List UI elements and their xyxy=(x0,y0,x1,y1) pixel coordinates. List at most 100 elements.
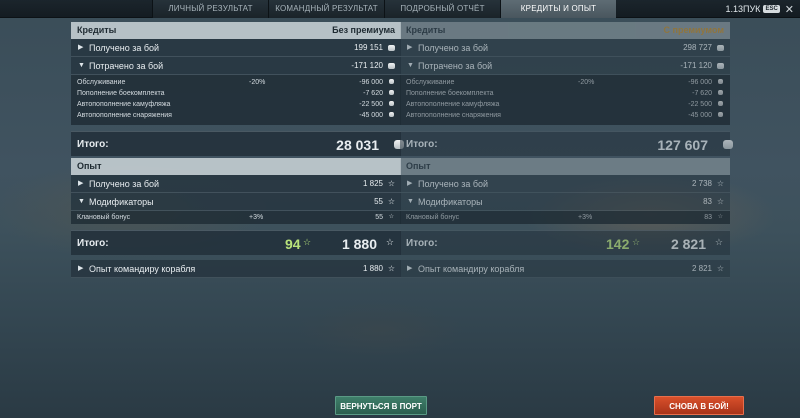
xp-total-value: 2 821 xyxy=(670,236,706,252)
credits-earned-label: Получено за бой xyxy=(89,43,160,53)
clan-bonus-value: 83 xyxy=(704,214,712,221)
credits-spent-row[interactable]: ▼ Потрачено за бой -171 120 xyxy=(71,57,401,75)
credits-icon xyxy=(389,77,394,88)
credits-header: Кредиты Без премиума xyxy=(71,22,401,39)
close-icon[interactable]: ✕ xyxy=(785,3,794,16)
detail-value: -22 500 xyxy=(688,101,712,108)
modifiers-row[interactable]: ▼ Модификаторы 83 ☆ xyxy=(400,193,730,211)
detail-value: -96 000 xyxy=(359,79,383,86)
xp-earned-label: Получено за бой xyxy=(89,179,160,189)
xp-total-label: Итого: xyxy=(77,238,109,249)
xp-star-icon: ☆ xyxy=(716,264,724,273)
modifiers-details: Клановый бонус +3% 55 ☆ xyxy=(71,211,401,224)
top-bar: ЛИЧНЫЙ РЕЗУЛЬТАТ КОМАНДНЫЙ РЕЗУЛЬТАТ ПОД… xyxy=(0,0,800,18)
clan-bonus-percent: +3% xyxy=(249,214,264,221)
detail-value: -45 000 xyxy=(359,112,383,119)
clan-bonus-label: Клановый бонус xyxy=(77,214,131,221)
modifiers-row[interactable]: ▼ Модификаторы 55 ☆ xyxy=(71,193,401,211)
credits-title: Кредиты xyxy=(77,25,117,35)
xp-earned-row[interactable]: ▶ Получено за бой 1 825 ☆ xyxy=(71,175,401,193)
return-to-port-button[interactable]: ВЕРНУТЬСЯ В ПОРТ xyxy=(335,396,427,415)
triangle-right-icon: ▶ xyxy=(78,265,84,272)
account-mode-label: С премиумом xyxy=(663,25,724,35)
detail-percent: -20% xyxy=(578,79,595,86)
list-item: Автопополнение снаряжения -45 000 xyxy=(400,110,730,121)
detail-label: Автопополнение камуфляжа xyxy=(406,101,500,108)
credits-icon xyxy=(717,57,724,75)
xp-star-icon: ☆ xyxy=(714,237,723,247)
commander-xp-label: Опыт командиру корабля xyxy=(89,264,196,274)
modifiers-label: Модификаторы xyxy=(89,197,154,207)
credits-earned-value: 298 727 xyxy=(683,43,712,52)
commander-xp-row[interactable]: ▶ Опыт командиру корабля 1 880 ☆ xyxy=(71,260,401,278)
triangle-right-icon: ▶ xyxy=(78,44,84,51)
triangle-right-icon: ▶ xyxy=(407,265,413,272)
detail-label: Обслуживание xyxy=(77,79,126,86)
credits-icon xyxy=(389,99,394,110)
credits-icon xyxy=(718,110,723,121)
list-item: Клановый бонус +3% 83 ☆ xyxy=(400,212,730,223)
tab-credits-and-xp[interactable]: КРЕДИТЫ И ОПЫТ xyxy=(500,0,616,18)
credits-icon xyxy=(718,77,723,88)
credits-spent-details: Обслуживание -20% -96 000 Пополнение бое… xyxy=(71,75,401,125)
credits-total-value: 28 031 xyxy=(336,137,379,153)
credits-earned-row[interactable]: ▶ Получено за бой 199 151 xyxy=(71,39,401,57)
credits-spent-details: Обслуживание -20% -96 000 Пополнение бое… xyxy=(400,75,730,125)
detail-value: -7 620 xyxy=(692,90,712,97)
credits-icon xyxy=(388,39,395,57)
credits-icon xyxy=(718,88,723,99)
credits-spent-value: -171 120 xyxy=(680,61,712,70)
xp-header: Опыт xyxy=(71,158,401,175)
credits-spent-label: Потрачено за бой xyxy=(418,61,493,71)
xp-star-icon: ☆ xyxy=(387,197,395,206)
battle-again-button[interactable]: СНОВА В БОЙ! xyxy=(654,396,744,415)
xp-star-icon: ☆ xyxy=(716,197,724,206)
credits-icon xyxy=(389,88,394,99)
free-xp-value: 142 xyxy=(606,236,630,252)
esc-key-badge[interactable]: ESC xyxy=(763,5,780,13)
credits-icon xyxy=(388,57,395,75)
xp-star-icon: ☆ xyxy=(388,214,394,220)
list-item: Автопополнение камуфляжа -22 500 xyxy=(400,99,730,110)
tab-detailed-report[interactable]: ПОДРОБНЫЙ ОТЧЁТ xyxy=(384,0,500,18)
free-xp-star-icon: ☆ xyxy=(632,237,641,247)
modifiers-value: 55 xyxy=(374,197,383,206)
triangle-right-icon: ▶ xyxy=(78,180,84,187)
detail-label: Обслуживание xyxy=(406,79,455,86)
credits-spent-row[interactable]: ▼ Потрачено за бой -171 120 xyxy=(400,57,730,75)
tab-team-result[interactable]: КОМАНДНЫЙ РЕЗУЛЬТАТ xyxy=(268,0,384,18)
triangle-right-icon: ▶ xyxy=(407,180,413,187)
credits-earned-row[interactable]: ▶ Получено за бой 298 727 xyxy=(400,39,730,57)
commander-xp-value: 1 880 xyxy=(362,264,383,273)
clan-bonus-label: Клановый бонус xyxy=(406,214,460,221)
free-xp-value: 94 xyxy=(285,236,301,252)
triangle-right-icon: ▶ xyxy=(407,44,413,51)
xp-star-icon: ☆ xyxy=(385,237,394,247)
xp-earned-value: 2 738 xyxy=(691,179,712,188)
xp-total-label: Итого: xyxy=(406,238,438,249)
detail-value: -96 000 xyxy=(688,79,712,86)
detail-label: Пополнение боекомплекта xyxy=(77,90,165,97)
xp-total-row: Итого: 142 ☆ 2 821 ☆ xyxy=(400,230,730,255)
credits-header: Кредиты С премиумом xyxy=(400,22,730,39)
list-item: Обслуживание -20% -96 000 xyxy=(400,77,730,88)
credits-spent-label: Потрачено за бой xyxy=(89,61,164,71)
credits-icon xyxy=(389,110,394,121)
commander-xp-row[interactable]: ▶ Опыт командиру корабля 2 821 ☆ xyxy=(400,260,730,278)
credits-spent-value: -171 120 xyxy=(351,61,383,70)
credits-title: Кредиты xyxy=(406,25,446,35)
detail-label: Автопополнение снаряжения xyxy=(406,112,501,119)
xp-star-icon: ☆ xyxy=(387,179,395,188)
version-label: 1.13ПУК xyxy=(725,4,761,14)
credits-total-value: 127 607 xyxy=(657,137,708,153)
xp-earned-row[interactable]: ▶ Получено за бой 2 738 ☆ xyxy=(400,175,730,193)
top-right-controls: 1.13ПУК ESC ✕ xyxy=(725,0,794,18)
credits-icon xyxy=(717,39,724,57)
xp-star-icon: ☆ xyxy=(387,264,395,273)
detail-label: Автопополнение камуфляжа xyxy=(77,101,171,108)
xp-title: Опыт xyxy=(77,161,102,171)
account-mode-label: Без премиума xyxy=(332,25,395,35)
credits-total-row: Итого: 28 031 xyxy=(71,131,404,156)
xp-total-value: 1 880 xyxy=(341,236,377,252)
tab-personal-result[interactable]: ЛИЧНЫЙ РЕЗУЛЬТАТ xyxy=(152,0,268,18)
